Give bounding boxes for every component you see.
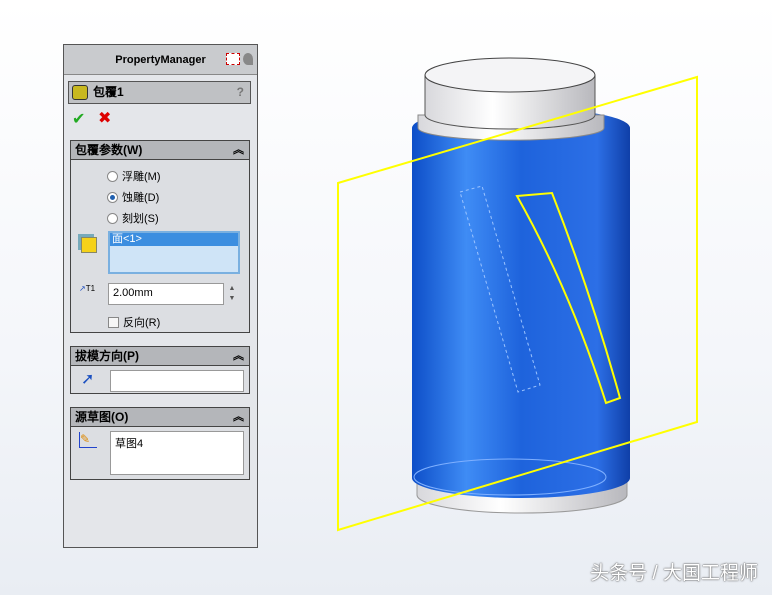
faces-listbox[interactable]: 面<1> xyxy=(108,231,240,274)
group-header[interactable]: 拔模方向(P) ︽ xyxy=(71,347,249,366)
collapse-icon[interactable]: ︽ xyxy=(233,408,244,426)
help-button[interactable]: ? xyxy=(237,82,244,103)
cancel-button[interactable]: ✖ xyxy=(98,108,111,128)
group-title: 源草图(O) xyxy=(75,410,129,424)
wrap-feature-icon xyxy=(72,85,88,100)
direction-arrow-icon: ➚ xyxy=(81,371,95,388)
reverse-checkbox[interactable]: 反向(R) xyxy=(108,314,160,330)
property-manager-panel: PropertyManager 包覆1 ? ✔ ✖ 包覆参数(W) ︽ 浮雕(M)… xyxy=(63,44,258,548)
face-item[interactable]: 面<1> xyxy=(110,233,238,246)
group-header[interactable]: 包覆参数(W) ︽ xyxy=(71,141,249,160)
thickness-input[interactable]: 2.00mm xyxy=(108,283,224,305)
thickness-icon: ↗T1 xyxy=(79,284,96,293)
draft-direction-input[interactable] xyxy=(110,370,244,392)
radio-label: 蚀雕(D) xyxy=(122,192,160,204)
face-icon xyxy=(81,237,97,253)
source-sketch-group: 源草图(O) ︽ ✎ 草图4 xyxy=(70,407,250,480)
collapse-icon[interactable]: ︽ xyxy=(233,141,244,159)
group-title: 拔模方向(P) xyxy=(75,349,139,363)
feature-title: 包覆1 ? xyxy=(68,81,251,104)
draft-direction-group: 拔模方向(P) ︽ ➚ xyxy=(70,346,250,394)
property-manager-header: PropertyManager xyxy=(64,45,257,75)
pin-icon[interactable] xyxy=(243,53,253,65)
radio-emboss[interactable]: 浮雕(M) xyxy=(107,168,161,184)
radio-label: 刻划(S) xyxy=(122,213,159,225)
collapse-icon[interactable]: ︽ xyxy=(233,347,244,365)
cylinder-model[interactable] xyxy=(412,57,630,514)
radio-scribe[interactable]: 刻划(S) xyxy=(107,210,159,226)
checkbox-label: 反向(R) xyxy=(123,317,161,329)
watermark: 头条号 / 大国工程师 xyxy=(590,563,758,584)
radio-deboss[interactable]: 蚀雕(D) xyxy=(107,189,159,205)
group-header[interactable]: 源草图(O) ︽ xyxy=(71,408,249,427)
thickness-spinner[interactable]: ▲ ▼ xyxy=(226,284,238,304)
source-sketch-input[interactable]: 草图4 xyxy=(110,431,244,475)
panel-title: PropertyManager xyxy=(115,54,206,66)
split-panel-icon[interactable] xyxy=(226,53,240,65)
group-title: 包覆参数(W) xyxy=(75,143,143,157)
sketch-icon: ✎ xyxy=(79,432,97,448)
wrap-parameters-group: 包覆参数(W) ︽ 浮雕(M) 蚀雕(D) 刻划(S) 面<1> ↗T1 2.00… xyxy=(70,140,250,333)
feature-name: 包覆1 xyxy=(93,85,124,99)
radio-label: 浮雕(M) xyxy=(122,171,161,183)
reference-plane[interactable] xyxy=(337,75,698,532)
ok-button[interactable]: ✔ xyxy=(72,109,85,129)
